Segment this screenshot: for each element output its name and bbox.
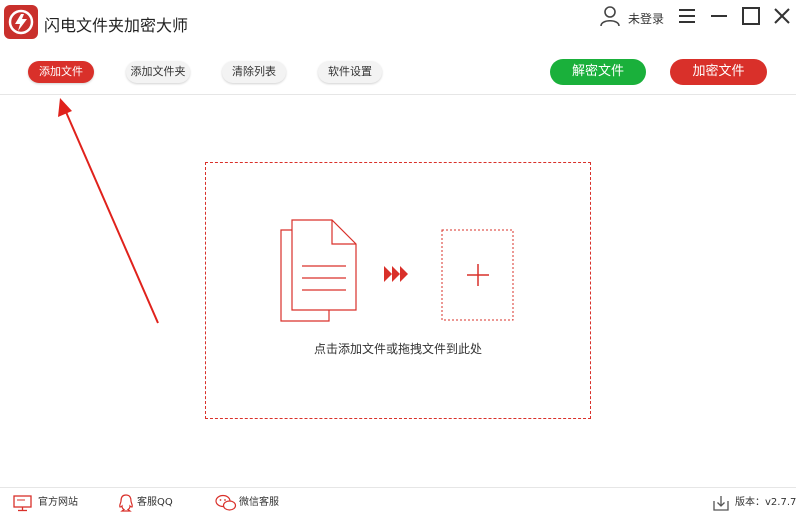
close-icon[interactable] [770,4,794,28]
toolbar: 添加文件 添加文件夹 清除列表 软件设置 解密文件 加密文件 [0,46,796,95]
official-website-label: 官方网站 [38,497,78,508]
file-drop-zone[interactable]: 点击添加文件或拖拽文件到此处 [205,162,591,419]
minimize-icon[interactable] [707,4,731,28]
title-bar: 闪电文件夹加密大师 未登录 [0,0,796,46]
app-title: 闪电文件夹加密大师 [44,16,189,35]
status-bar: 官方网站 客服QQ 微信客服 版本：v2.7.7 [0,487,796,514]
add-folder-button[interactable]: 添加文件夹 [126,61,190,83]
version-label: 版本：v2.7.7 [735,497,796,508]
monitor-icon [13,495,32,512]
drop-hint-text: 点击添加文件或拖拽文件到此处 [313,342,482,356]
wechat-icon [215,494,237,511]
app-logo-icon [4,5,38,39]
qq-support-label: 客服QQ [137,497,173,508]
document-icon [280,219,357,322]
login-status-label[interactable]: 未登录 [628,10,664,27]
settings-button[interactable]: 软件设置 [318,61,382,83]
official-website-link[interactable]: 官方网站 [13,494,83,512]
download-icon [713,496,729,511]
qq-icon [119,494,133,512]
add-file-button[interactable]: 添加文件 [28,61,94,83]
triple-chevron-icon [384,266,408,282]
version-info[interactable]: 版本：v2.7.7 [712,494,796,512]
wechat-support-label: 微信客服 [239,497,279,508]
wechat-support-link[interactable]: 微信客服 [215,494,295,512]
clear-list-button[interactable]: 清除列表 [222,61,286,83]
decrypt-file-button[interactable]: 解密文件 [550,59,646,85]
encrypt-file-button[interactable]: 加密文件 [670,59,767,85]
plus-icon[interactable] [467,264,489,286]
qq-support-link[interactable]: 客服QQ [118,494,188,512]
menu-icon[interactable] [675,4,699,28]
maximize-icon[interactable] [739,4,763,28]
user-icon[interactable] [598,4,622,28]
